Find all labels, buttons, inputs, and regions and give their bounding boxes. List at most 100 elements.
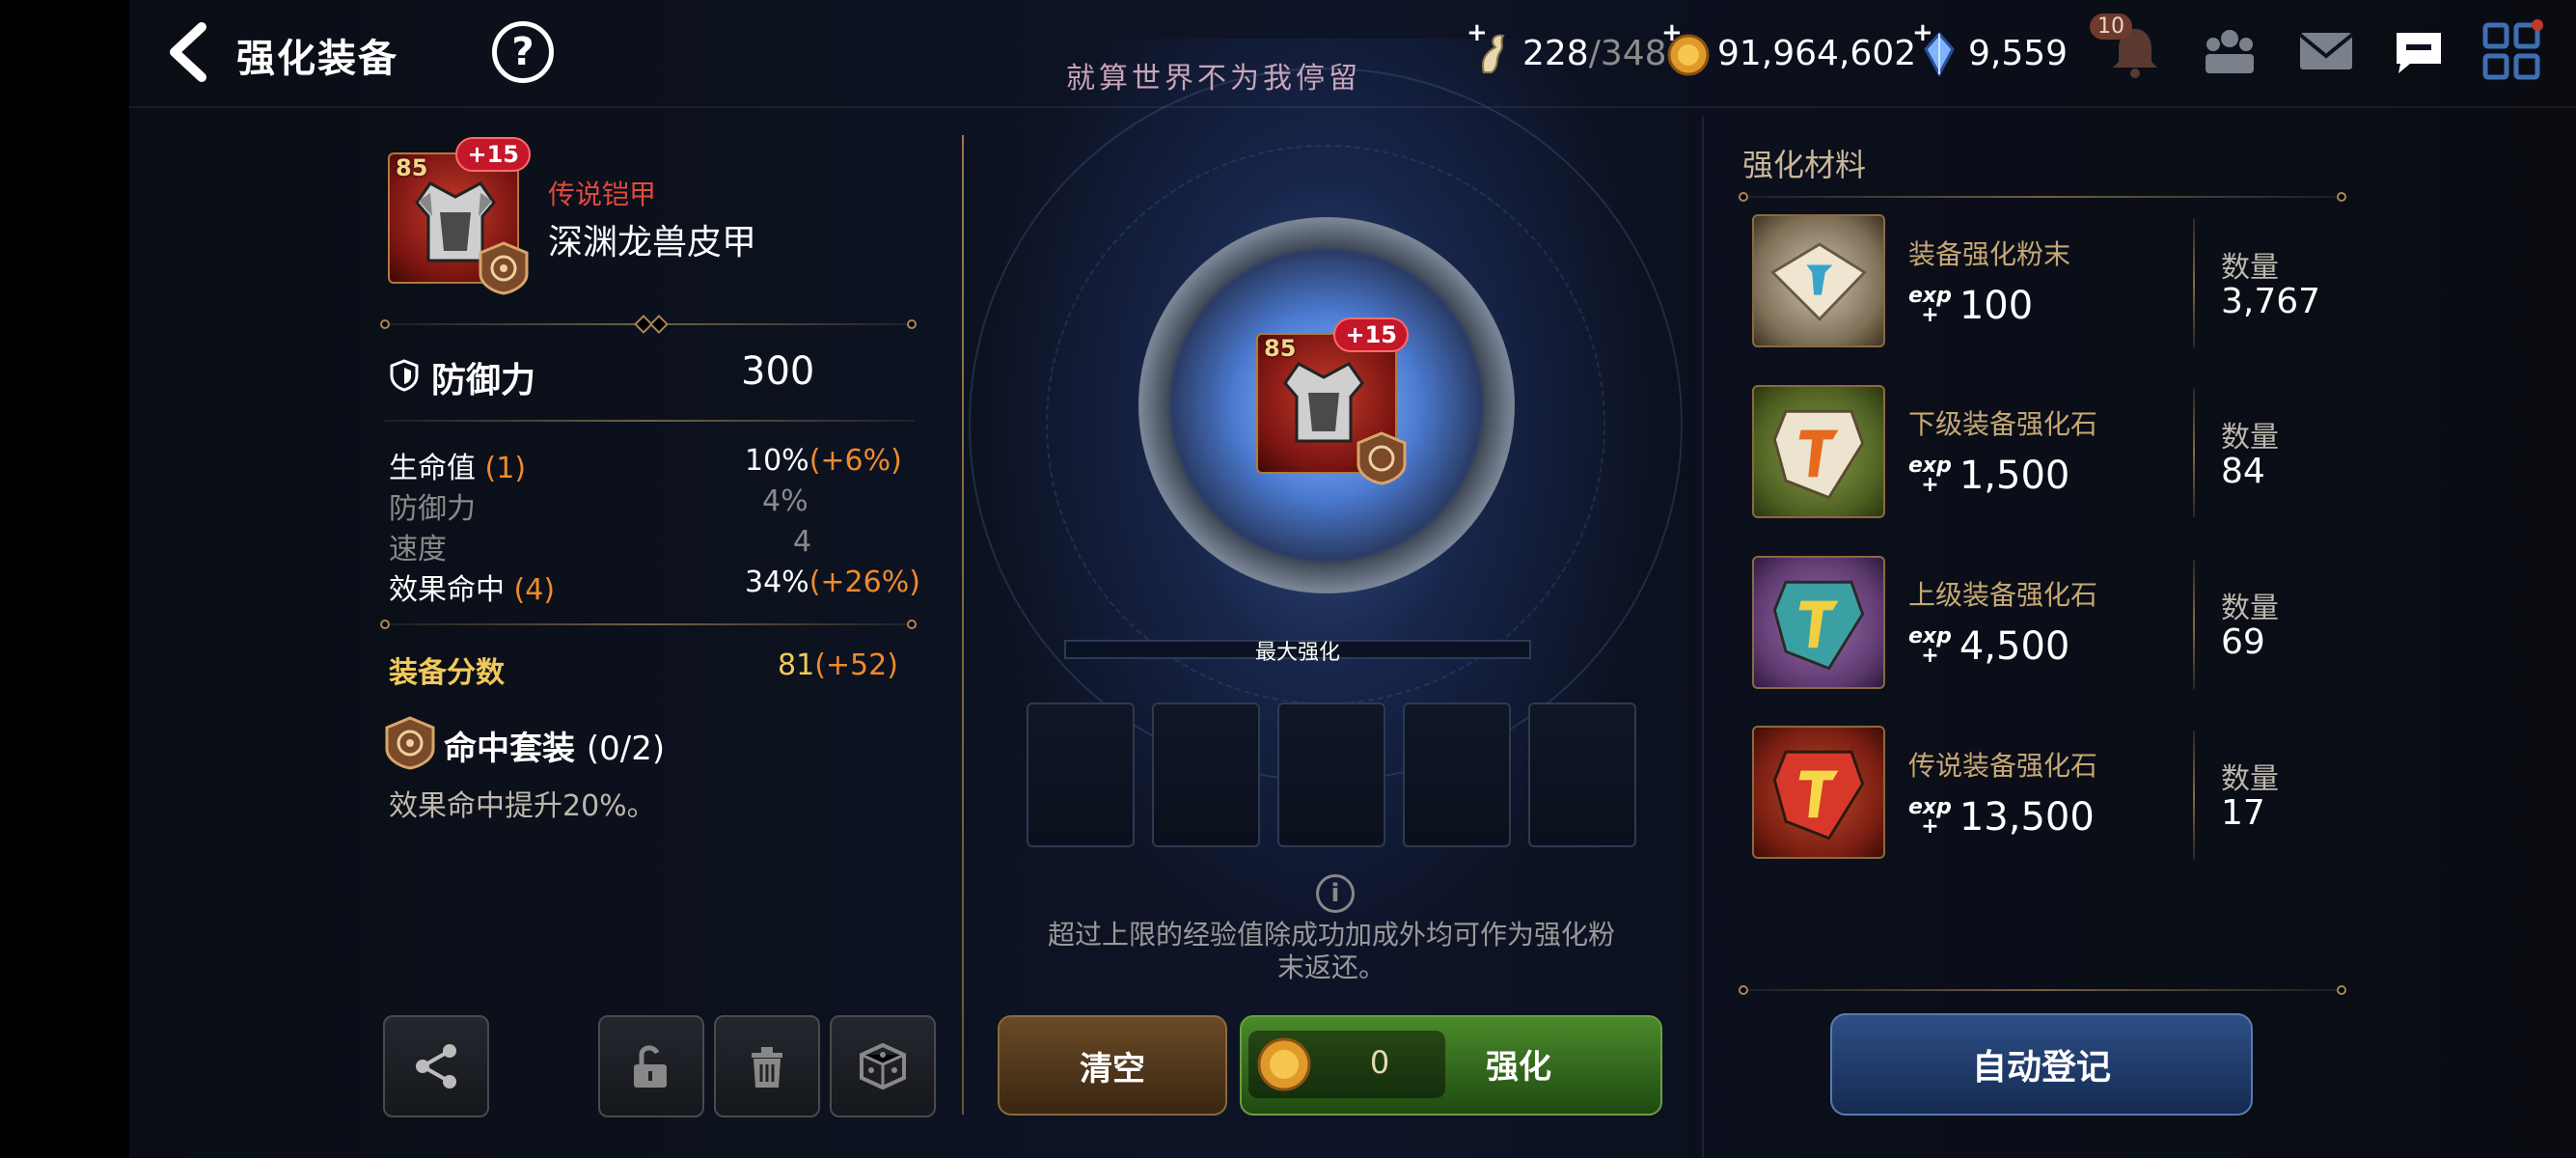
hit-set-icon [385,716,435,770]
enhance-label: 强化 [1486,1048,1551,1087]
clear-button[interactable]: 清空 [998,1015,1227,1116]
dice-icon [860,1042,906,1090]
quantity-label: 数量 [2221,251,2279,285]
divider [1742,989,2344,991]
enhance-cost: 0 [1369,1044,1390,1081]
panel-divider [962,135,964,1115]
enhance-badge: +15 [1333,317,1409,352]
divider-dot [2337,985,2346,995]
team-button[interactable] [2198,19,2261,83]
divider-dot [907,319,917,329]
back-button[interactable] [159,21,217,83]
random-button[interactable] [830,1015,936,1117]
auto-register-button[interactable]: 自动登记 [1830,1013,2253,1116]
delete-button[interactable] [714,1015,820,1117]
set-description: 效果命中提升20%。 [389,789,656,823]
divider [2193,218,2195,347]
divider [384,623,915,625]
gold-value: 91,964,602 [1717,33,1917,73]
materials-title: 强化材料 [1742,147,1867,183]
gold-coin-icon [1257,1037,1311,1091]
material-quantity: 69 [2221,622,2265,662]
help-button[interactable]: ? [492,21,554,83]
notification-button[interactable]: 10 [2090,14,2167,83]
divider [2193,560,2195,689]
substat-label: 效果命中 (4) [389,573,556,607]
equipment-icon[interactable]: 85 +15 [388,137,531,295]
divider [384,420,915,422]
material-name: 下级装备强化石 [1908,408,2098,440]
panel-divider [1702,116,1704,1158]
banner-text: 就算世界不为我停留 [1066,62,1361,96]
info-text: 超过上限的经验值除成功加成外均可作为强化粉 末返还。 [1047,919,1615,983]
divider-dot [2337,192,2346,202]
material-slot[interactable] [1403,703,1511,847]
stamina-max: /348 [1588,33,1667,73]
enhance-target-icon[interactable]: 85 +15 [1256,317,1409,485]
material-slot[interactable] [1027,703,1135,847]
enhance-badge: +15 [455,137,531,172]
team-icon [2206,30,2254,73]
legend-enhance-stone-icon[interactable] [1752,726,1885,859]
divider [1742,196,2344,198]
divider-dot [380,319,390,329]
stamina-counter[interactable]: + 228/348 [1466,18,1667,77]
material-name: 上级装备强化石 [1908,579,2098,611]
hit-set-icon [1357,431,1407,485]
substat-label: 防御力 [389,492,476,526]
trash-icon [752,1047,782,1088]
question-icon: ? [511,30,534,74]
page-title: 强化装备 [236,37,398,81]
high-enhance-stone-icon[interactable] [1752,556,1885,689]
defense-icon [390,359,419,392]
main-stat-value: 300 [741,349,815,394]
material-exp: exp +4,500 [1908,624,2070,669]
item-grade: 传说铠甲 [548,179,657,210]
low-enhance-stone-icon[interactable] [1752,385,1885,518]
mail-button[interactable] [2294,19,2358,83]
material-slot[interactable] [1277,703,1385,847]
stamina-current: 228 [1522,33,1589,73]
main-stat-label: 防御力 [431,361,536,400]
chat-icon [2397,33,2441,73]
chevron-left-icon [170,22,206,82]
hit-set-icon [479,241,529,295]
gold-counter[interactable]: + 91,964,602 [1661,18,1917,77]
item-name: 深渊龙兽皮甲 [548,223,757,262]
material-slot[interactable] [1152,703,1260,847]
divider-dot [1739,985,1748,995]
gear-score-value: 81(+52) [778,648,898,682]
material-quantity: 17 [2221,793,2265,833]
substat-value: 10%(+6%) [745,444,902,478]
unlock-icon [634,1045,667,1088]
divider-dot [380,620,390,629]
material-exp: exp +1,500 [1908,454,2070,498]
material-slot[interactable] [1528,703,1636,847]
max-enhance-label: 最大强化 [1254,641,1340,665]
set-name: 命中套装 (0/2) [444,730,666,768]
substat-value: 34%(+26%) [745,565,920,599]
quantity-label: 数量 [2221,762,2279,796]
material-quantity: 3,767 [2221,282,2321,321]
quantity-label: 数量 [2221,421,2279,455]
divider-dot [1739,192,1748,202]
substat-value: 4% [762,484,808,518]
material-quantity: 84 [2221,452,2265,491]
share-button[interactable] [383,1015,489,1117]
crystal-counter[interactable]: + 9,559 [1912,18,2069,78]
material-exp: exp +100 [1908,284,2034,328]
share-icon [416,1044,456,1089]
material-name: 装备强化粉末 [1908,238,2071,270]
quantity-label: 数量 [2221,592,2279,625]
stamina-icon: + [1466,18,1517,76]
divider [2193,731,2195,860]
substat-label: 生命值 (1) [389,452,527,485]
enhance-powder-icon[interactable] [1752,214,1885,347]
chat-button[interactable] [2387,19,2451,83]
crystal-value: 9,559 [1968,33,2069,73]
material-name: 传说装备强化石 [1908,750,2098,782]
crystal-icon: + [1912,18,1962,78]
lock-button[interactable] [598,1015,704,1117]
menu-button[interactable] [2480,19,2543,83]
mail-icon [2298,33,2354,69]
